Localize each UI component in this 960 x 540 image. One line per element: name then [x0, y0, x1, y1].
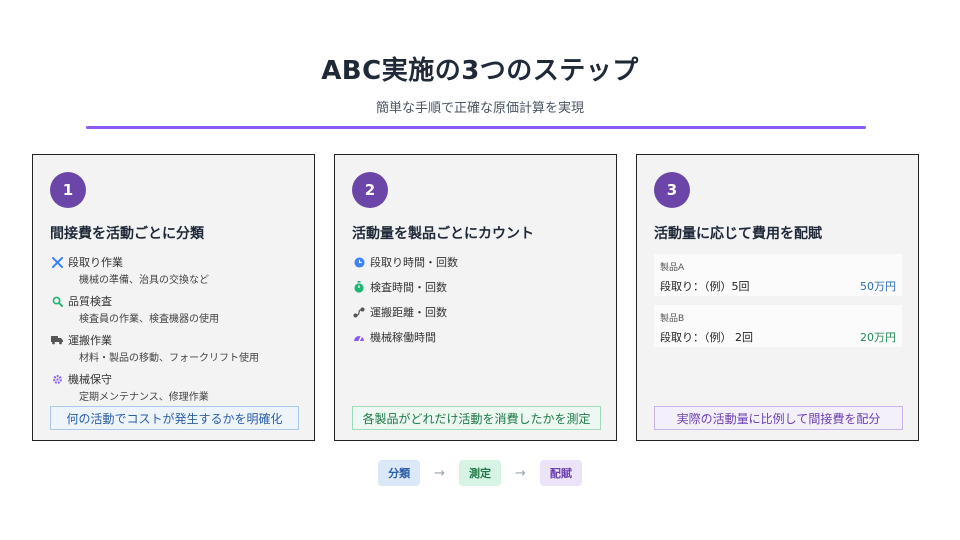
arrow-right-icon: → — [515, 465, 526, 481]
stopwatch-icon — [352, 281, 366, 293]
item-label: 検査時間・回数 — [370, 281, 447, 294]
step-summary: 各製品がどれだけ活動を消費したかを測定 — [352, 406, 601, 430]
step-number-badge: 2 — [352, 172, 388, 208]
truck-icon — [50, 335, 64, 345]
item-label: 機械稼働時間 — [370, 331, 436, 344]
item-label: 運搬距離・回数 — [370, 306, 447, 319]
list-item: 検査時間・回数 — [352, 280, 602, 294]
flow-step-classify: 分類 — [378, 460, 421, 486]
list-item: 運搬作業 材料・製品の移動、フォークリフト使用 — [50, 333, 300, 364]
step-title: 活動量を製品ごとにカウント — [352, 226, 534, 242]
step-title: 間接費を活動ごとに分類 — [50, 226, 204, 242]
item-label: 段取り作業 — [68, 256, 123, 269]
product-amount: 20万円 — [860, 331, 896, 344]
list-item: 段取り作業 機械の準備、治具の交換など — [50, 255, 300, 286]
search-icon — [50, 296, 64, 307]
item-label: 段取り時間・回数 — [370, 256, 458, 269]
list-item: 段取り時間・回数 — [352, 255, 602, 269]
product-detail: 段取り：（例）5回 — [660, 280, 750, 293]
product-box-a: 製品A 段取り：（例）5回 50万円 — [654, 254, 902, 296]
item-description: 機械の準備、治具の交換など — [79, 275, 209, 286]
list-item: 機械保守 定期メンテナンス、修理作業 — [50, 372, 300, 403]
arrow-right-icon: → — [434, 465, 445, 481]
gear-icon — [50, 374, 64, 385]
item-label: 機械保守 — [68, 373, 112, 386]
step-card-1: 1 間接費を活動ごとに分類 段取り作業 機械の準備、治具の交換など 品質検査 検… — [32, 154, 315, 441]
step-card-2: 2 活動量を製品ごとにカウント 段取り時間・回数 検査時間・回数 運搬距離・回数… — [334, 154, 617, 441]
product-name: 製品A — [660, 263, 685, 273]
step-number-badge: 1 — [50, 172, 86, 208]
page-title: ABC実施の3つのステップ — [321, 56, 639, 86]
step-number-badge: 3 — [654, 172, 690, 208]
item-description: 定期メンテナンス、修理作業 — [79, 392, 209, 403]
clock-icon — [352, 256, 366, 268]
item-description: 検査員の作業、検査機器の使用 — [79, 314, 219, 325]
item-label: 運搬作業 — [68, 334, 112, 347]
flow-step-measure: 測定 — [459, 460, 501, 486]
route-icon — [352, 307, 366, 318]
process-flow: 分類 → 測定 → 配賦 — [0, 460, 960, 486]
flow-step-allocate: 配賦 — [539, 460, 582, 486]
product-name: 製品B — [660, 314, 685, 324]
product-amount: 50万円 — [860, 280, 896, 293]
step-card-3: 3 活動量に応じて費用を配賦 製品A 段取り：（例）5回 50万円 製品B 段取… — [636, 154, 919, 441]
item-description: 材料・製品の移動、フォークリフト使用 — [79, 353, 259, 364]
metric-list: 段取り時間・回数 検査時間・回数 運搬距離・回数 機械稼働時間 — [352, 255, 602, 355]
title-underline — [86, 126, 866, 129]
step-summary: 実際の活動量に比例して間接費を配分 — [654, 406, 903, 430]
step-summary: 何の活動でコストが発生するかを明確化 — [50, 406, 299, 430]
product-box-b: 製品B 段取り：（例） 2回 20万円 — [654, 305, 902, 347]
list-item: 機械稼働時間 — [352, 330, 602, 344]
activity-list: 段取り作業 機械の準備、治具の交換など 品質検査 検査員の作業、検査機器の使用 … — [50, 255, 300, 411]
tools-icon — [50, 256, 64, 268]
step-title: 活動量に応じて費用を配賦 — [654, 226, 822, 242]
product-detail: 段取り：（例） 2回 — [660, 331, 753, 344]
list-item: 運搬距離・回数 — [352, 305, 602, 319]
item-label: 品質検査 — [68, 295, 112, 308]
page-subtitle: 簡単な手順で正確な原価計算を実現 — [375, 101, 584, 116]
list-item: 品質検査 検査員の作業、検査機器の使用 — [50, 294, 300, 325]
gauge-icon — [352, 332, 366, 342]
